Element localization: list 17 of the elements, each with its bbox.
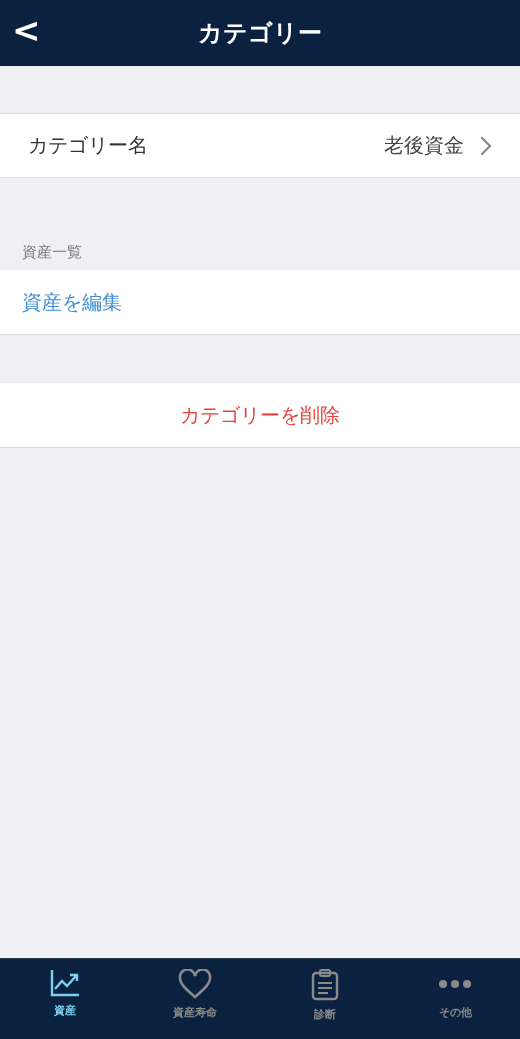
- delete-category-button[interactable]: カテゴリーを削除: [0, 383, 520, 448]
- chevron-icon: [480, 135, 492, 156]
- chart-icon: [50, 969, 80, 997]
- section-header: 資産一覧: [22, 243, 82, 262]
- row-label: カテゴリー名: [28, 132, 149, 159]
- heart-icon: [178, 969, 212, 999]
- screen-title: カテゴリー: [198, 18, 322, 49]
- tab[interactable]: 診断: [260, 959, 390, 1039]
- tab[interactable]: 資産寿命: [130, 959, 260, 1039]
- row-value: 老後資金: [384, 132, 464, 159]
- more-icon: [438, 979, 472, 989]
- tab[interactable]: 資産: [0, 959, 130, 1039]
- clipboard-icon: [311, 969, 339, 1001]
- back-button[interactable]: <: [6, 10, 47, 50]
- edit-assets-button[interactable]: 資産を編集: [0, 270, 520, 335]
- category-name-row[interactable]: カテゴリー名 老後資金: [0, 113, 520, 178]
- tab[interactable]: その他: [390, 959, 520, 1039]
